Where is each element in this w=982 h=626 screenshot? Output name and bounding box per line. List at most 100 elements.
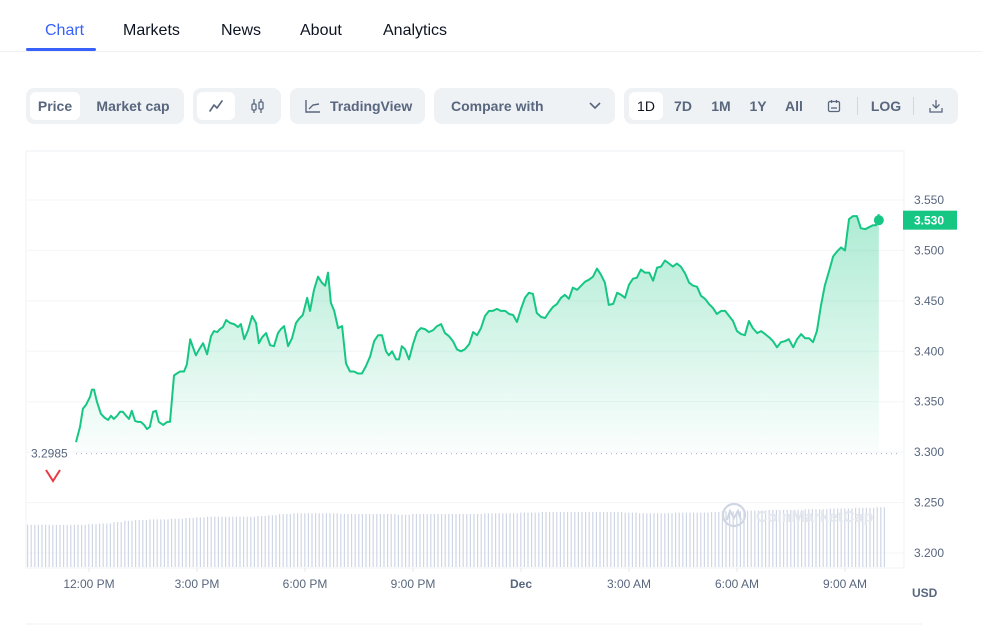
volume-bar: [192, 518, 194, 567]
volume-bar: [405, 514, 407, 567]
volume-bar: [520, 512, 522, 567]
volume-bar: [351, 513, 353, 567]
x-axis: 12:00 PM 3:00 PM 6:00 PM 9:00 PM Dec 3:00 AM 6…: [63, 568, 867, 591]
volume-bar: [876, 507, 878, 567]
volume-bar: [390, 513, 392, 567]
volume-bar: [95, 524, 97, 567]
time-range-selector: 1D 7D 1M 1Y All LOG: [624, 88, 958, 124]
volume-bar: [552, 511, 554, 567]
volume-bar: [617, 511, 619, 567]
volume-bar: [880, 507, 882, 567]
tradingview-button[interactable]: TradingView: [290, 88, 425, 124]
volume-bar: [347, 513, 349, 567]
volume-bar: [732, 511, 734, 567]
chart-type-toggle: [193, 88, 281, 124]
volume-bar: [131, 520, 133, 567]
volume-bar: [293, 513, 295, 567]
open-price-label: 3.2985: [31, 447, 68, 461]
x-tick-label: 6:00 PM: [283, 577, 328, 591]
active-tab-indicator: [26, 48, 96, 51]
volume-bar: [199, 517, 201, 567]
compare-with-dropdown[interactable]: Compare with: [434, 88, 615, 124]
volume-bar: [646, 513, 648, 567]
line-chart-button[interactable]: [197, 92, 235, 120]
volume-bar: [682, 512, 684, 567]
volume-bar: [527, 512, 529, 567]
volume-bar: [34, 524, 36, 567]
volume-bar: [311, 513, 313, 567]
volume-bar: [369, 513, 371, 567]
y-tick-label: 3.500: [914, 243, 944, 257]
x-tick-label: Dec: [510, 577, 532, 591]
volume-bar: [84, 524, 86, 567]
volume-bar: [77, 524, 79, 567]
volume-bar: [563, 511, 565, 567]
volume-bar: [703, 512, 705, 567]
volume-bar: [160, 519, 162, 567]
volume-bar: [117, 522, 119, 567]
volume-bar: [595, 511, 597, 567]
volume-bar: [376, 513, 378, 567]
volume-bar: [466, 513, 468, 567]
volume-bar: [185, 518, 187, 567]
tab-chart[interactable]: Chart: [45, 22, 84, 40]
volume-bar: [167, 519, 169, 567]
volume-bar: [729, 511, 731, 567]
date-range-button[interactable]: [818, 92, 850, 120]
range-all-button[interactable]: All: [777, 92, 811, 120]
volume-bar: [63, 524, 65, 567]
compare-with-placeholder: Compare with: [451, 98, 544, 114]
volume-bar: [163, 519, 165, 567]
volume-bar: [322, 513, 324, 567]
volume-bar: [657, 513, 659, 567]
volume-bar: [484, 513, 486, 567]
log-scale-button[interactable]: LOG: [864, 92, 908, 120]
volume-bar: [325, 513, 327, 567]
volume-bar: [300, 513, 302, 567]
x-tick-label: 9:00 PM: [391, 577, 436, 591]
volume-bar: [41, 524, 43, 567]
volume-bar: [541, 511, 543, 567]
range-7d-button[interactable]: 7D: [666, 92, 700, 120]
range-1m-button[interactable]: 1M: [704, 92, 738, 120]
tab-about[interactable]: About: [300, 22, 342, 40]
volume-bar: [124, 520, 126, 567]
range-1y-button[interactable]: 1Y: [741, 92, 775, 120]
volume-bar: [693, 512, 695, 567]
volume-bar: [30, 524, 32, 567]
volume-bar: [336, 513, 338, 567]
volume-bar: [577, 511, 579, 567]
volume-bar: [207, 516, 209, 567]
download-icon: [929, 100, 943, 113]
volume-bar: [642, 513, 644, 567]
volume-bar: [689, 512, 691, 567]
price-chart[interactable]: CoinMarketCap 3.2985 3.200 3.250 3.300 3.35…: [0, 140, 982, 626]
volume-bar: [286, 513, 288, 567]
current-price-dot: [873, 215, 884, 226]
volume-bar: [246, 516, 248, 567]
volume-bar: [462, 513, 464, 567]
y-tick-label: 3.350: [914, 395, 944, 409]
volume-bar: [55, 524, 57, 567]
current-price-label: 3.530: [914, 214, 944, 228]
volume-bar: [570, 511, 572, 567]
volume-bar: [361, 513, 363, 567]
volume-bar: [621, 511, 623, 567]
market-cap-toggle-button[interactable]: Market cap: [86, 92, 180, 120]
tab-news[interactable]: News: [221, 22, 261, 40]
volume-bar: [631, 512, 633, 567]
volume-bar: [559, 511, 561, 567]
volume-bar: [250, 516, 252, 567]
volume-bar: [383, 513, 385, 567]
tab-markets[interactable]: Markets: [123, 22, 180, 40]
volume-bar: [477, 513, 479, 567]
volume-bar: [603, 511, 605, 567]
tab-analytics[interactable]: Analytics: [383, 22, 447, 40]
candlestick-chart-button[interactable]: [239, 92, 277, 120]
volume-bar: [228, 516, 230, 567]
download-button[interactable]: [921, 92, 951, 120]
range-1d-button[interactable]: 1D: [629, 92, 663, 120]
chevron-down-icon: [589, 102, 601, 110]
volume-bar: [156, 519, 158, 567]
price-toggle-button[interactable]: Price: [30, 92, 80, 120]
